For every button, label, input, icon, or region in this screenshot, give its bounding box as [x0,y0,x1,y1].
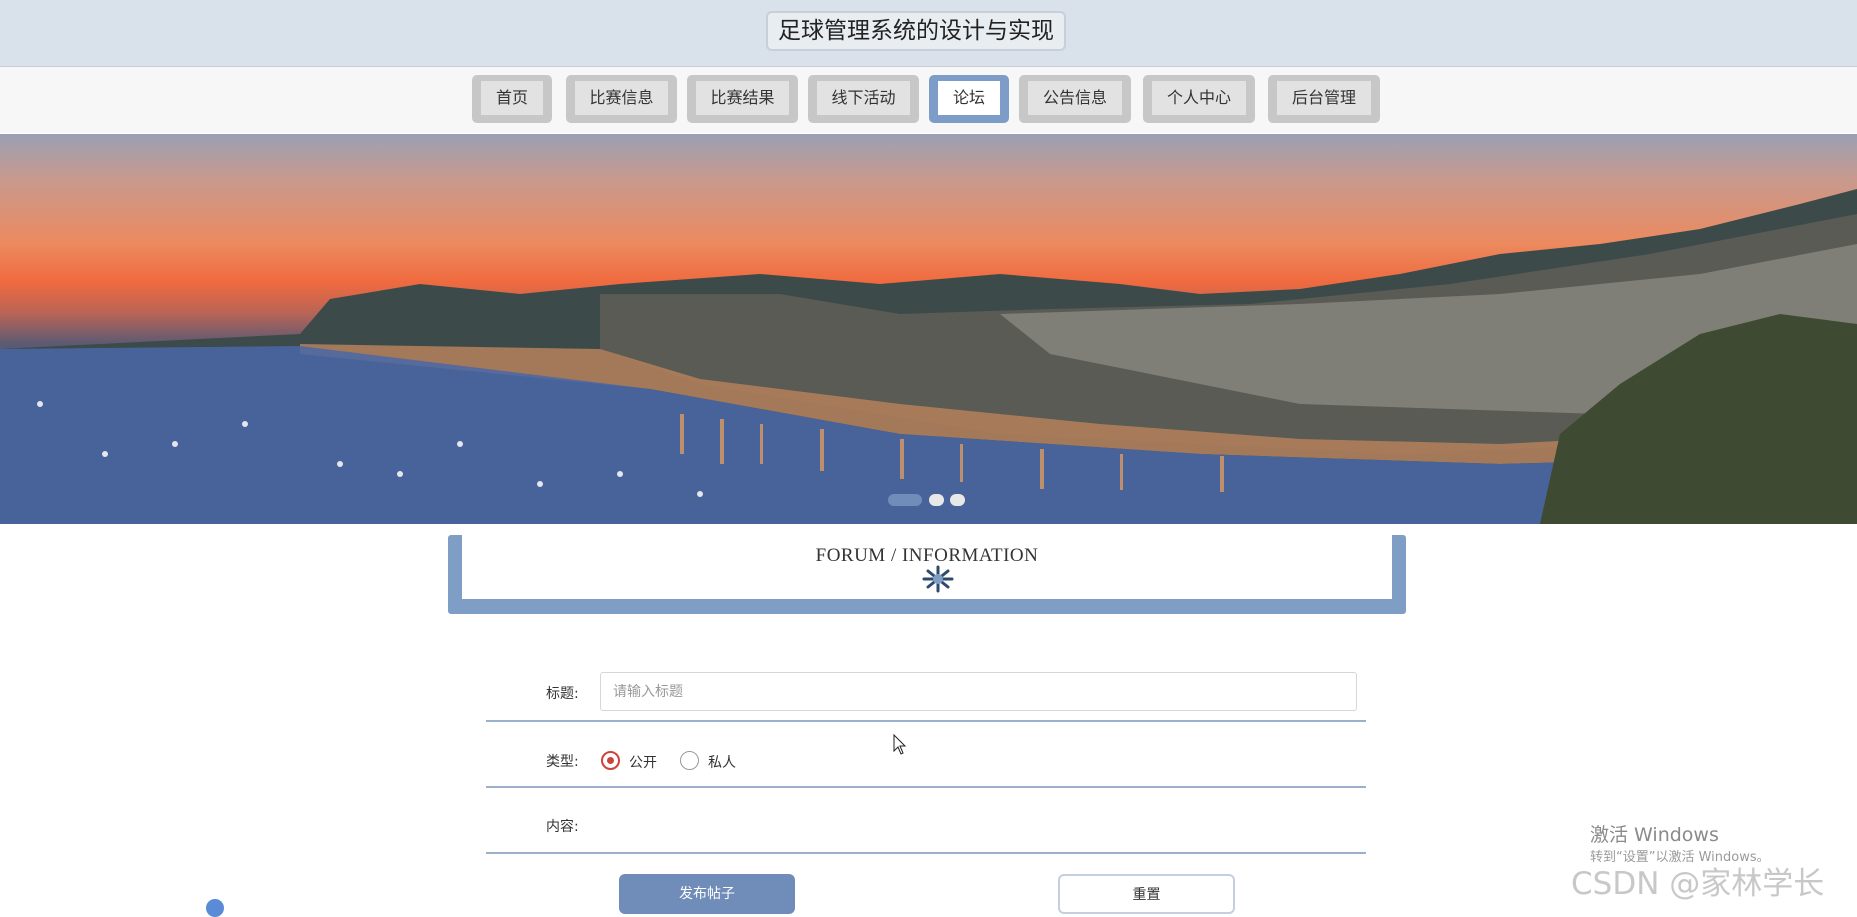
nav-item-label: 论坛 [938,81,1000,115]
nav-item-personal-center[interactable]: 个人中心 [1143,75,1255,123]
banner-carousel[interactable] [0,134,1857,524]
type-public-label[interactable]: 公开 [629,752,657,772]
gear-decoration-icon [922,565,954,593]
title-input[interactable] [600,672,1357,711]
nav-item-label: 首页 [481,81,543,115]
section-header: FORUM / INFORMATION [448,535,1406,614]
nav-item-offline-activities[interactable]: 线下活动 [808,75,919,123]
carousel-dot-3[interactable] [950,494,965,506]
mouse-cursor-icon [893,734,907,755]
main-nav: 首页 比赛信息 比赛结果 线下活动 论坛 公告信息 个人中心 后台管理 [0,67,1857,133]
title-label: 标题: [546,686,579,702]
type-label: 类型: [546,754,579,770]
type-private-label[interactable]: 私人 [708,752,736,772]
section-title: FORUM / INFORMATION [815,545,1039,566]
site-header: 足球管理系统的设计与实现 [0,0,1857,67]
form-row-title: 标题: [486,672,1366,722]
nav-item-forum[interactable]: 论坛 [929,75,1009,123]
nav-item-home[interactable]: 首页 [472,75,552,123]
nav-item-label: 后台管理 [1277,81,1371,115]
type-private-radio[interactable] [680,751,699,770]
windows-activation-title: 激活 Windows [1590,824,1719,846]
nav-item-admin[interactable]: 后台管理 [1268,75,1380,123]
type-public-radio[interactable] [601,751,620,770]
form-row-type: 类型: 公开 私人 [486,744,1366,788]
floating-widget-icon[interactable] [206,899,224,917]
carousel-dot-2[interactable] [929,494,944,506]
form-row-content: 内容: [486,808,1366,854]
nav-item-match-info[interactable]: 比赛信息 [566,75,677,123]
content-editor[interactable] [600,808,1357,850]
nav-item-label: 线下活动 [817,81,910,115]
nav-item-label: 比赛结果 [696,81,789,115]
publish-post-button[interactable]: 发布帖子 [619,874,795,914]
reset-button[interactable]: 重置 [1058,874,1235,914]
nav-item-match-results[interactable]: 比赛结果 [687,75,798,123]
banner-landscape-image [0,189,1857,524]
content-label: 内容: [546,819,579,835]
nav-item-label: 公告信息 [1028,81,1122,115]
csdn-watermark: CSDN @家林学长 [1571,866,1825,902]
nav-item-label: 比赛信息 [575,81,668,115]
nav-item-announcements[interactable]: 公告信息 [1019,75,1131,123]
nav-item-label: 个人中心 [1152,81,1246,115]
carousel-dot-1[interactable] [888,494,922,506]
site-title: 足球管理系统的设计与实现 [766,11,1066,51]
